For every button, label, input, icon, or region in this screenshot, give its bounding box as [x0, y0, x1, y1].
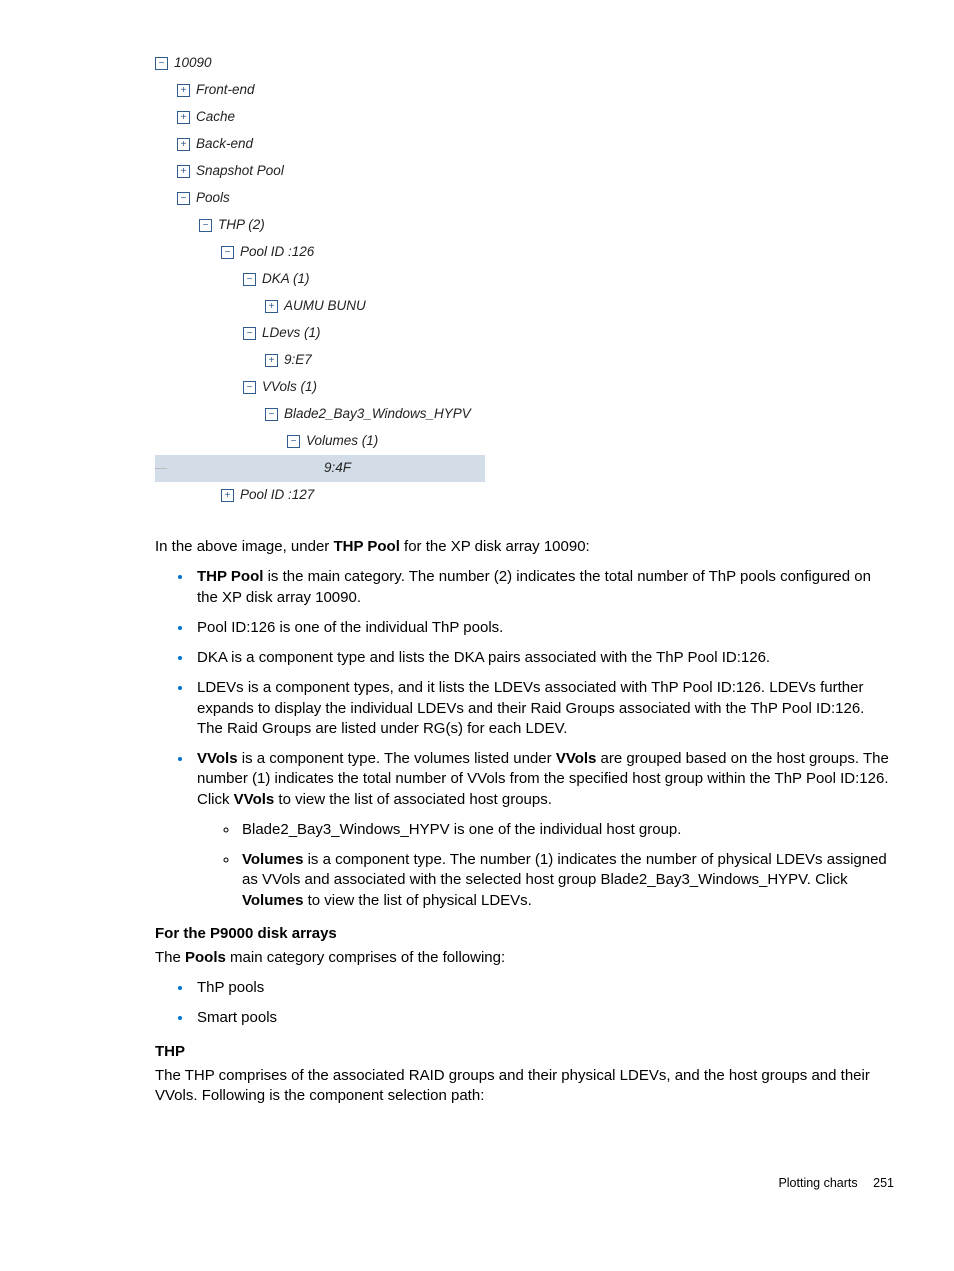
tree-root[interactable]: − 10090 [155, 50, 894, 77]
text: for the XP disk array 10090: [400, 538, 590, 555]
collapse-icon[interactable]: − [243, 273, 256, 286]
list-item: ThP pools [193, 978, 894, 998]
tree-item-thp[interactable]: − THP (2) [155, 212, 894, 239]
text-bold: THP Pool [333, 538, 399, 555]
tree-label: AUMU BUNU [284, 297, 366, 316]
expand-icon[interactable]: + [177, 111, 190, 124]
tree-label: Pools [196, 189, 230, 208]
text-bold: Volumes [242, 892, 303, 909]
tree-label: THP (2) [218, 216, 265, 235]
paragraph: The Pools main category comprises of the… [155, 948, 894, 968]
text: is a component type. The volumes listed … [238, 750, 556, 767]
collapse-icon[interactable]: − [287, 435, 300, 448]
tree-label: Pool ID :127 [240, 486, 314, 505]
collapse-icon[interactable]: − [243, 381, 256, 394]
tree-item-cache[interactable]: + Cache [155, 104, 894, 131]
text-bold: VVols [556, 750, 597, 767]
text: Blade2_Bay3_Windows_HYPV is one of the i… [242, 821, 681, 838]
text: Smart pools [197, 1009, 277, 1026]
paragraph: The THP comprises of the associated RAID… [155, 1066, 894, 1107]
tree-label: Pool ID :126 [240, 243, 314, 262]
text: main category comprises of the following… [226, 949, 505, 966]
text: ThP pools [197, 979, 264, 996]
tree-label: Cache [196, 108, 235, 127]
text: LDEVs is a component types, and it lists… [197, 679, 864, 737]
collapse-icon[interactable]: − [177, 192, 190, 205]
footer-section: Plotting charts [778, 1176, 857, 1190]
tree-item-ldev1[interactable]: + 9:E7 [155, 347, 894, 374]
footer-page-number: 251 [873, 1176, 894, 1190]
list-item: VVols is a component type. The volumes l… [193, 749, 894, 911]
text: is a component type. The number (1) indi… [242, 851, 887, 888]
list-item: Blade2_Bay3_Windows_HYPV is one of the i… [239, 820, 894, 840]
expand-icon[interactable]: + [265, 354, 278, 367]
text: Pool ID:126 is one of the individual ThP… [197, 619, 503, 636]
expand-icon[interactable]: + [265, 300, 278, 313]
text-bold: VVols [197, 750, 238, 767]
text: DKA is a component type and lists the DK… [197, 649, 770, 666]
expand-icon[interactable]: + [177, 84, 190, 97]
tree-label: 9:E7 [284, 351, 312, 370]
tree-label: Back-end [196, 135, 253, 154]
list-item: Pool ID:126 is one of the individual ThP… [193, 618, 894, 638]
tree-view: − 10090 + Front-end + Cache + Back-end +… [155, 50, 894, 509]
intro-paragraph: In the above image, under THP Pool for t… [155, 537, 894, 557]
tree-item-pool127[interactable]: + Pool ID :127 [155, 482, 894, 509]
bullet-list: ThP pools Smart pools [155, 978, 894, 1029]
page-footer: Plotting charts 251 [155, 1176, 894, 1190]
tree-item-dka[interactable]: − DKA (1) [155, 266, 894, 293]
collapse-icon[interactable]: − [265, 408, 278, 421]
collapse-icon[interactable]: − [221, 246, 234, 259]
tree-item-aumu[interactable]: + AUMU BUNU [155, 293, 894, 320]
collapse-icon[interactable]: − [243, 327, 256, 340]
tree-item-pool126[interactable]: − Pool ID :126 [155, 239, 894, 266]
text: to view the list of physical LDEVs. [303, 892, 531, 909]
collapse-icon[interactable]: − [155, 57, 168, 70]
tree-label: Front-end [196, 81, 255, 100]
tree-label: 9:4F [324, 459, 351, 478]
text: to view the list of associated host grou… [274, 791, 552, 808]
tree-item-ldevs[interactable]: − LDevs (1) [155, 320, 894, 347]
tree-item-snapshot[interactable]: + Snapshot Pool [155, 158, 894, 185]
list-item: DKA is a component type and lists the DK… [193, 648, 894, 668]
tree-label: LDevs (1) [262, 324, 321, 343]
tree-label: Blade2_Bay3_Windows_HYPV [284, 405, 471, 424]
text-bold: THP Pool [197, 568, 263, 585]
expand-icon[interactable]: + [177, 138, 190, 151]
text: is the main category. The number (2) ind… [197, 568, 871, 605]
tree-label: 10090 [174, 54, 212, 73]
tree-item-pools[interactable]: − Pools [155, 185, 894, 212]
tree-label: Volumes (1) [306, 432, 378, 451]
text: In the above image, under [155, 538, 333, 555]
collapse-icon[interactable]: − [199, 219, 212, 232]
sub-list: Blade2_Bay3_Windows_HYPV is one of the i… [197, 820, 894, 911]
text: The THP comprises of the associated RAID… [155, 1067, 870, 1104]
tree-item-volumes[interactable]: − Volumes (1) [155, 428, 894, 455]
tree-item-hostgroup[interactable]: − Blade2_Bay3_Windows_HYPV [155, 401, 894, 428]
heading-thp: THP [155, 1043, 894, 1060]
list-item: THP Pool is the main category. The numbe… [193, 567, 894, 608]
list-item: LDEVs is a component types, and it lists… [193, 678, 894, 739]
tree-item-frontend[interactable]: + Front-end [155, 77, 894, 104]
heading-p9000: For the P9000 disk arrays [155, 925, 894, 942]
text-bold: Pools [185, 949, 226, 966]
bullet-list: THP Pool is the main category. The numbe… [155, 567, 894, 911]
tree-label: DKA (1) [262, 270, 310, 289]
expand-icon[interactable]: + [177, 165, 190, 178]
expand-icon[interactable]: + [221, 489, 234, 502]
tree-item-backend[interactable]: + Back-end [155, 131, 894, 158]
tree-item-vol1[interactable]: 9:4F [155, 455, 485, 482]
list-item: Volumes is a component type. The number … [239, 850, 894, 911]
text-bold: Volumes [242, 851, 303, 868]
list-item: Smart pools [193, 1008, 894, 1028]
tree-label: Snapshot Pool [196, 162, 284, 181]
text-bold: VVols [234, 791, 275, 808]
text: The [155, 949, 185, 966]
tree-label: VVols (1) [262, 378, 317, 397]
tree-item-vvols[interactable]: − VVols (1) [155, 374, 894, 401]
